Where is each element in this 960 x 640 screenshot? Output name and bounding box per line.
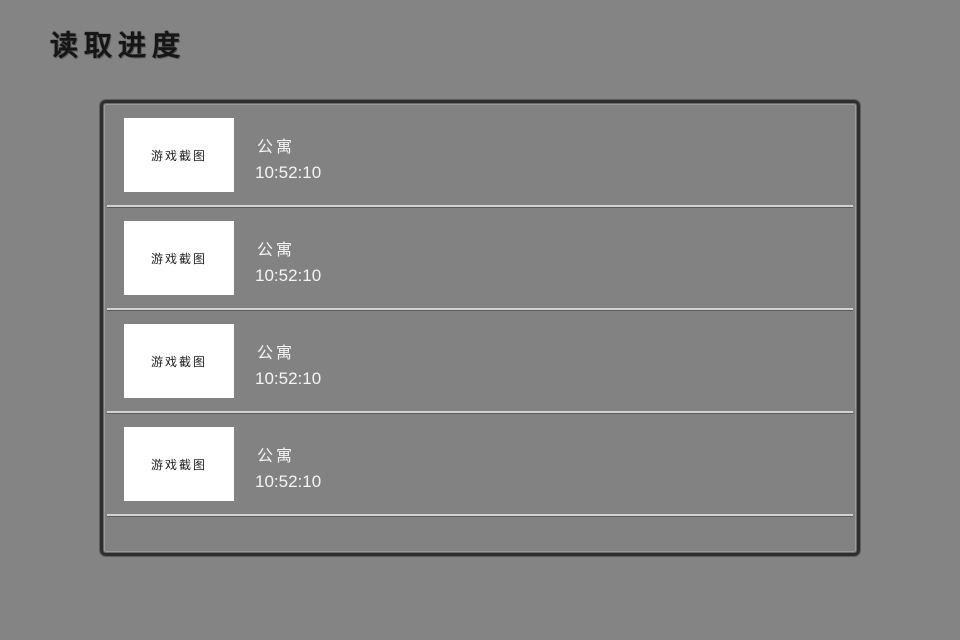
save-time: 10:52:10 bbox=[255, 163, 322, 182]
empty-save-slot[interactable] bbox=[107, 517, 853, 557]
thumbnail-label: 游戏截图 bbox=[150, 457, 207, 472]
save-thumbnail: 游戏截图 bbox=[124, 427, 234, 501]
save-slot-2[interactable]: 游戏截图 公寓 10:52:10 bbox=[107, 208, 853, 310]
save-list: 游戏截图 公寓 10:52:10 游戏截图 公寓 10:52:10 游戏截图 公… bbox=[107, 105, 853, 557]
save-time: 10:52:10 bbox=[255, 472, 322, 491]
thumbnail-label: 游戏截图 bbox=[150, 148, 207, 163]
save-location: 公寓 bbox=[257, 446, 296, 465]
page-title: 读取进度 bbox=[50, 29, 187, 62]
save-time: 10:52:10 bbox=[255, 369, 322, 388]
save-thumbnail: 游戏截图 bbox=[124, 324, 234, 398]
save-slot-3[interactable]: 游戏截图 公寓 10:52:10 bbox=[107, 311, 853, 413]
save-slot-4[interactable]: 游戏截图 公寓 10:52:10 bbox=[107, 414, 853, 516]
save-time: 10:52:10 bbox=[255, 266, 322, 285]
save-thumbnail: 游戏截图 bbox=[124, 221, 234, 295]
save-slot-1[interactable]: 游戏截图 公寓 10:52:10 bbox=[107, 105, 853, 207]
save-location: 公寓 bbox=[257, 240, 296, 259]
save-location: 公寓 bbox=[257, 137, 296, 156]
save-thumbnail: 游戏截图 bbox=[124, 118, 234, 192]
thumbnail-label: 游戏截图 bbox=[150, 251, 207, 266]
save-list-panel[interactable]: 游戏截图 公寓 10:52:10 游戏截图 公寓 10:52:10 游戏截图 公… bbox=[100, 100, 860, 556]
thumbnail-label: 游戏截图 bbox=[150, 354, 207, 369]
save-location: 公寓 bbox=[257, 343, 296, 362]
